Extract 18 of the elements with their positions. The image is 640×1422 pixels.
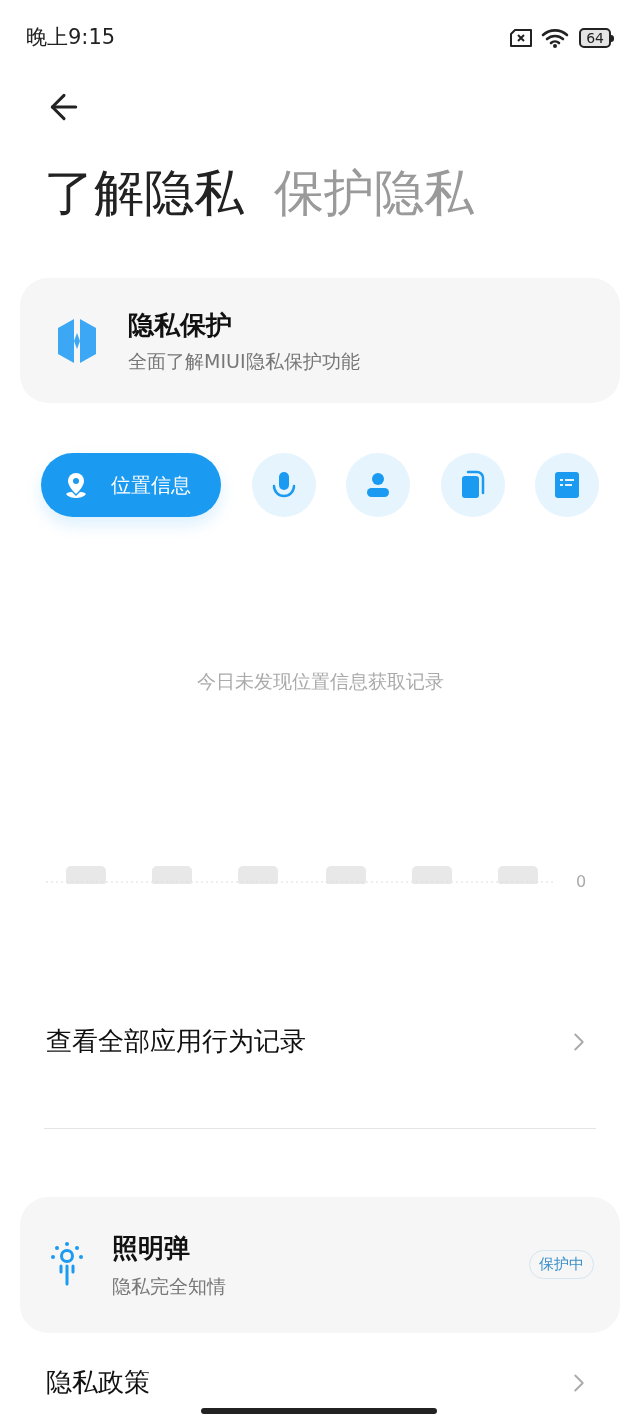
card-title: 照明弹 xyxy=(112,1231,191,1265)
card-title: 隐私保护 xyxy=(128,308,233,342)
privacy-protection-card[interactable]: 隐私保护 全面了解MIUI隐私保护功能 xyxy=(20,278,620,403)
status-time: 晚上9:15 xyxy=(26,24,116,52)
person-icon xyxy=(364,471,392,499)
documents-icon xyxy=(459,470,486,500)
card-subtitle: 全面了解MIUI隐私保护功能 xyxy=(128,348,360,374)
no-sim-icon xyxy=(509,29,534,47)
all-records-row[interactable]: 查看全部应用行为记录 xyxy=(0,1011,640,1072)
battery-icon: 64 xyxy=(579,28,614,48)
empty-message: 今日未发现位置信息获取记录 xyxy=(196,669,444,694)
flare-card[interactable]: 照明弹 隐私完全知情 保护中 xyxy=(20,1196,620,1333)
card-subtitle: 隐私完全知情 xyxy=(112,1273,227,1299)
privacy-policy-row[interactable]: 隐私政策 xyxy=(0,1362,640,1403)
flare-icon xyxy=(50,1241,84,1288)
header-tab[interactable]: 了解隐私 xyxy=(44,155,244,231)
list-icon xyxy=(554,471,580,499)
axis-label: 0 xyxy=(576,871,587,892)
